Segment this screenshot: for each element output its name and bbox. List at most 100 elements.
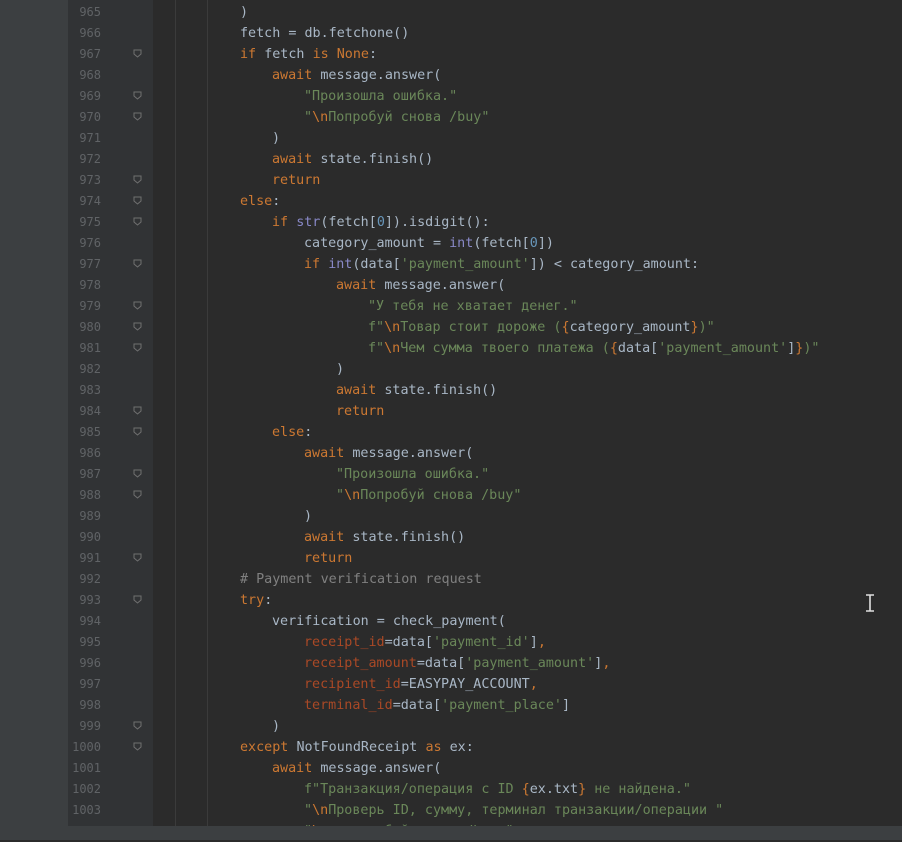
code-line[interactable]: 973 return	[0, 170, 902, 191]
code-line[interactable]: 988 "\nПопробуй снова /buy"	[0, 485, 902, 506]
code-text[interactable]: receipt_id=data['payment_id'],	[304, 632, 546, 653]
code-text[interactable]: category_amount = int(fetch[0])	[304, 233, 554, 254]
code-line[interactable]: 1002 f"Транзакция/операция с ID {ex.txt} …	[0, 779, 902, 800]
code-text[interactable]: "Произошла ошибка."	[304, 86, 457, 107]
code-line[interactable]: 997 recipient_id=EASYPAY_ACCOUNT,	[0, 674, 902, 695]
code-line[interactable]: 981 f"\nЧем сумма твоего платежа ({data['…	[0, 338, 902, 359]
code-line[interactable]: 991 return	[0, 548, 902, 569]
code-line[interactable]: 979 "У тебя не хватает денег."	[0, 296, 902, 317]
code-line[interactable]: 985 else:	[0, 422, 902, 443]
code-text[interactable]: "Произошла ошибка."	[336, 464, 489, 485]
code-line[interactable]: 980 f"\nТовар стоит дороже ({category_amo…	[0, 317, 902, 338]
fold-marker-icon[interactable]	[133, 553, 142, 562]
code-line[interactable]: 986 await message.answer(	[0, 443, 902, 464]
fold-marker-icon[interactable]	[133, 196, 142, 205]
code-line[interactable]: 966 fetch = db.fetchone()	[0, 23, 902, 44]
code-line[interactable]: 969 "Произошла ошибка."	[0, 86, 902, 107]
code-text[interactable]: )	[272, 716, 280, 737]
code-text[interactable]: "\nПопробуй снова /buy"	[336, 485, 521, 506]
code-line[interactable]: 987 "Произошла ошибка."	[0, 464, 902, 485]
code-line[interactable]: 972 await state.finish()	[0, 149, 902, 170]
fold-marker-icon[interactable]	[133, 49, 142, 58]
code-text[interactable]: return	[304, 548, 352, 569]
code-text[interactable]: await message.answer(	[272, 758, 441, 779]
fold-marker-icon[interactable]	[133, 427, 142, 436]
code-line[interactable]: 983 await state.finish()	[0, 380, 902, 401]
code-line[interactable]: 993 try:	[0, 590, 902, 611]
code-text[interactable]: )	[304, 506, 312, 527]
fold-marker-icon[interactable]	[133, 175, 142, 184]
fold-marker-icon[interactable]	[133, 406, 142, 415]
code-token: terminal_id	[304, 698, 393, 713]
code-token: (fetch[	[320, 215, 377, 230]
code-line[interactable]: 996 receipt_amount=data['payment_amount']…	[0, 653, 902, 674]
fold-marker-icon[interactable]	[133, 343, 142, 352]
code-text[interactable]: await message.answer(	[336, 275, 505, 296]
code-line[interactable]: 977 if int(data['payment_amount']) < cate…	[0, 254, 902, 275]
fold-marker-icon[interactable]	[133, 469, 142, 478]
code-text[interactable]: if str(fetch[0]).isdigit():	[272, 212, 490, 233]
fold-marker-icon[interactable]	[133, 259, 142, 268]
code-text[interactable]: if int(data['payment_amount']) < categor…	[304, 254, 699, 275]
fold-marker-icon[interactable]	[133, 721, 142, 730]
code-line[interactable]: 1000 except NotFoundReceipt as ex:	[0, 737, 902, 758]
code-line[interactable]: 978 await message.answer(	[0, 275, 902, 296]
code-text[interactable]: if fetch is None:	[240, 44, 377, 65]
code-text[interactable]: f"\nЧем сумма твоего платежа ({data['pay…	[368, 338, 819, 359]
code-line[interactable]: 994 verification = check_payment(	[0, 611, 902, 632]
horizontal-scrollbar[interactable]	[68, 826, 902, 840]
code-text[interactable]: await state.finish()	[272, 149, 433, 170]
code-line[interactable]: 990 await state.finish()	[0, 527, 902, 548]
code-line[interactable]: 1003 "\nПроверь ID, сумму, терминал транз…	[0, 800, 902, 821]
code-line[interactable]: 984 return	[0, 401, 902, 422]
code-text[interactable]: verification = check_payment(	[272, 611, 506, 632]
fold-marker-icon[interactable]	[133, 322, 142, 331]
fold-marker-icon[interactable]	[133, 490, 142, 499]
code-text[interactable]: receipt_amount=data['payment_amount'],	[304, 653, 610, 674]
code-line[interactable]: 971)	[0, 128, 902, 149]
code-text[interactable]: recipient_id=EASYPAY_ACCOUNT,	[304, 674, 538, 695]
code-line[interactable]: 982)	[0, 359, 902, 380]
code-line[interactable]: 965)	[0, 2, 902, 23]
code-line[interactable]: 989)	[0, 506, 902, 527]
fold-marker-icon[interactable]	[133, 595, 142, 604]
code-text[interactable]: f"Транзакция/операция с ID {ex.txt} не н…	[304, 779, 691, 800]
code-text[interactable]: )	[240, 2, 248, 23]
code-text[interactable]: terminal_id=data['payment_place']	[304, 695, 570, 716]
code-text[interactable]: await state.finish()	[304, 527, 465, 548]
code-text[interactable]: await message.answer(	[304, 443, 473, 464]
fold-marker-icon[interactable]	[133, 112, 142, 121]
code-line[interactable]: 970 "\nПопробуй снова /buy"	[0, 107, 902, 128]
code-text[interactable]: "\nПопробуй снова /buy"	[304, 107, 489, 128]
code-line[interactable]: 992 # Payment verification request	[0, 569, 902, 590]
code-line[interactable]: 976 category_amount = int(fetch[0])	[0, 233, 902, 254]
code-text[interactable]: "У тебя не хватает денег."	[368, 296, 578, 317]
fold-marker-icon[interactable]	[133, 301, 142, 310]
code-text[interactable]: )	[336, 359, 344, 380]
code-text[interactable]: )	[272, 128, 280, 149]
fold-marker-icon[interactable]	[133, 217, 142, 226]
fold-marker-icon[interactable]	[133, 91, 142, 100]
code-line[interactable]: 975 if str(fetch[0]).isdigit():	[0, 212, 902, 233]
code-text[interactable]: f"\nТовар стоит дороже ({category_amount…	[368, 317, 715, 338]
code-text[interactable]: fetch = db.fetchone()	[240, 23, 409, 44]
code-text[interactable]: else:	[240, 191, 280, 212]
code-text[interactable]: try:	[240, 590, 272, 611]
code-text[interactable]: return	[336, 401, 384, 422]
code-line[interactable]: 998 terminal_id=data['payment_place']	[0, 695, 902, 716]
code-text[interactable]: return	[272, 170, 320, 191]
code-text[interactable]: await state.finish()	[336, 380, 497, 401]
code-text[interactable]: else:	[272, 422, 312, 443]
code-line[interactable]: 968 await message.answer(	[0, 65, 902, 86]
code-text[interactable]: except NotFoundReceipt as ex:	[240, 737, 474, 758]
code-text[interactable]: "\nПроверь ID, сумму, терминал транзакци…	[304, 800, 723, 821]
code-text[interactable]: await message.answer(	[272, 65, 441, 86]
code-line[interactable]: 999)	[0, 716, 902, 737]
code-line[interactable]: 1001 await message.answer(	[0, 758, 902, 779]
code-line[interactable]: 967 if fetch is None:	[0, 44, 902, 65]
fold-marker-icon[interactable]	[133, 742, 142, 751]
code-token: (data[	[352, 257, 401, 272]
code-text[interactable]: # Payment verification request	[240, 569, 482, 590]
code-line[interactable]: 995 receipt_id=data['payment_id'],	[0, 632, 902, 653]
code-line[interactable]: 974 else:	[0, 191, 902, 212]
